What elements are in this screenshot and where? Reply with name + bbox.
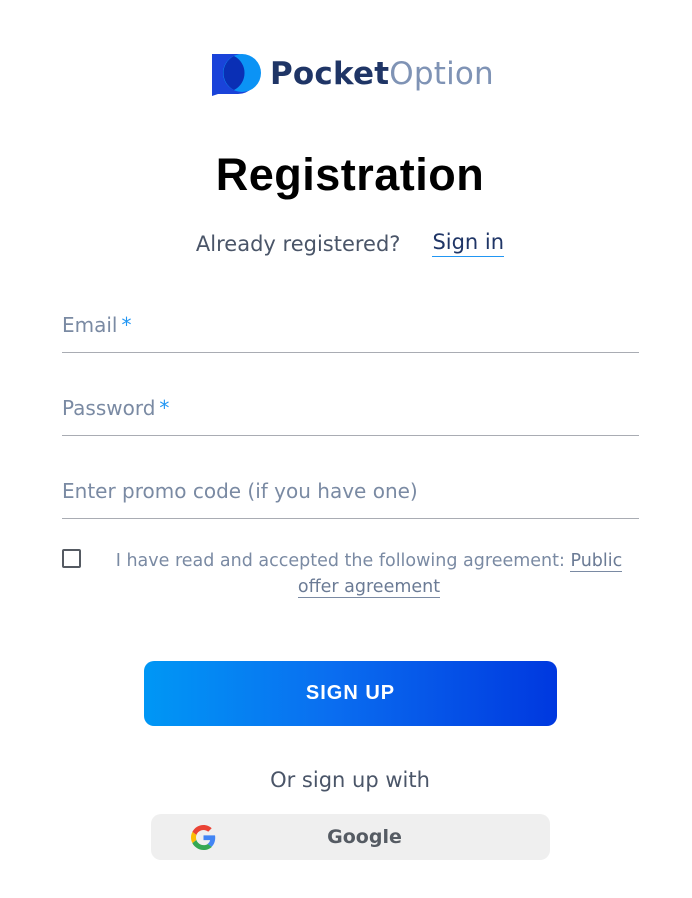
sign-up-button[interactable]: SIGN UP [144, 661, 557, 726]
agreement-checkbox[interactable] [62, 549, 81, 568]
brand-name-part1: Pocket [270, 56, 390, 92]
agreement-row: I have read and accepted the following a… [62, 548, 642, 600]
alt-signup-text: Or sign up with [270, 768, 430, 792]
promo-code-input[interactable] [62, 469, 639, 515]
agreement-text: I have read and accepted the following a… [96, 548, 642, 600]
pocket-option-logo-icon [212, 54, 261, 96]
brand-wordmark: PocketOption [270, 54, 494, 94]
sign-in-link[interactable]: Sign in [432, 230, 505, 257]
registration-page: PocketOption Registration Already regist… [0, 0, 692, 898]
google-label: Google [327, 826, 402, 848]
email-field[interactable]: Email * [62, 303, 639, 353]
signin-prompt-text: Already registered? [195, 231, 401, 256]
password-input[interactable] [62, 386, 639, 432]
brand-name-part2: Option [389, 56, 494, 92]
brand-logo[interactable]: PocketOption [210, 52, 494, 96]
promo-code-field[interactable]: Enter promo code (if you have one) [62, 469, 639, 519]
signin-prompt: Already registered? Sign in [0, 230, 692, 257]
email-input[interactable] [62, 303, 639, 349]
password-field[interactable]: Password * [62, 386, 639, 436]
google-signup-button[interactable]: Google [151, 814, 550, 860]
agreement-text-body: I have read and accepted the following a… [115, 551, 571, 571]
page-title: Registration [215, 149, 485, 200]
